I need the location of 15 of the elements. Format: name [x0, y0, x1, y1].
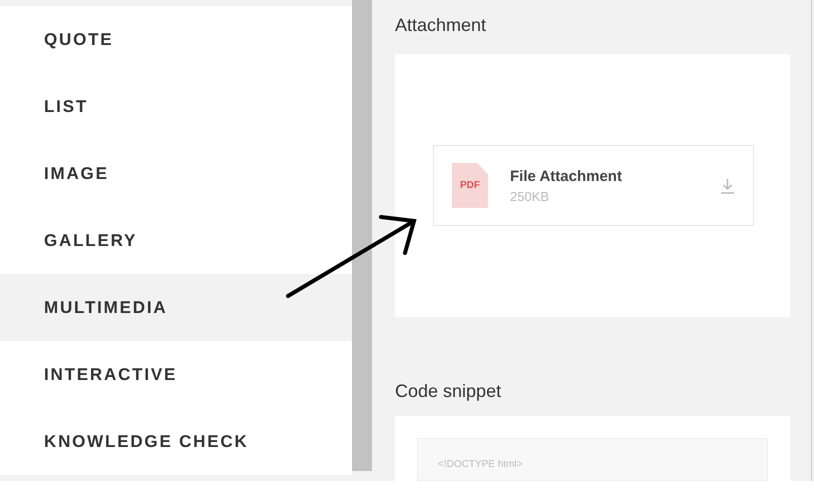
sidebar-item[interactable]: KNOWLEDGE CHECK	[0, 408, 352, 475]
sidebar-item[interactable]: GALLERY	[0, 207, 352, 274]
file-size: 250KB	[510, 188, 550, 204]
file-attachment-card[interactable]: PDF File Attachment 250KB	[433, 145, 754, 226]
file-name: File Attachment	[510, 168, 623, 184]
sidebar-item[interactable]: INTERACTIVE	[0, 341, 352, 408]
sidebar-item[interactable]: IMAGE	[0, 140, 352, 207]
scrollbar[interactable]	[352, 0, 372, 471]
code-line: <!DOCTYPE html>	[438, 459, 524, 470]
section-title: Code snippet	[395, 380, 502, 403]
pdf-file-icon: PDF	[452, 163, 488, 208]
download-icon[interactable]	[720, 178, 735, 194]
sidebar-item[interactable]: LIST	[0, 73, 352, 140]
sidebar-item[interactable]: QUOTE	[0, 6, 352, 73]
section-title: Attachment	[395, 14, 488, 36]
